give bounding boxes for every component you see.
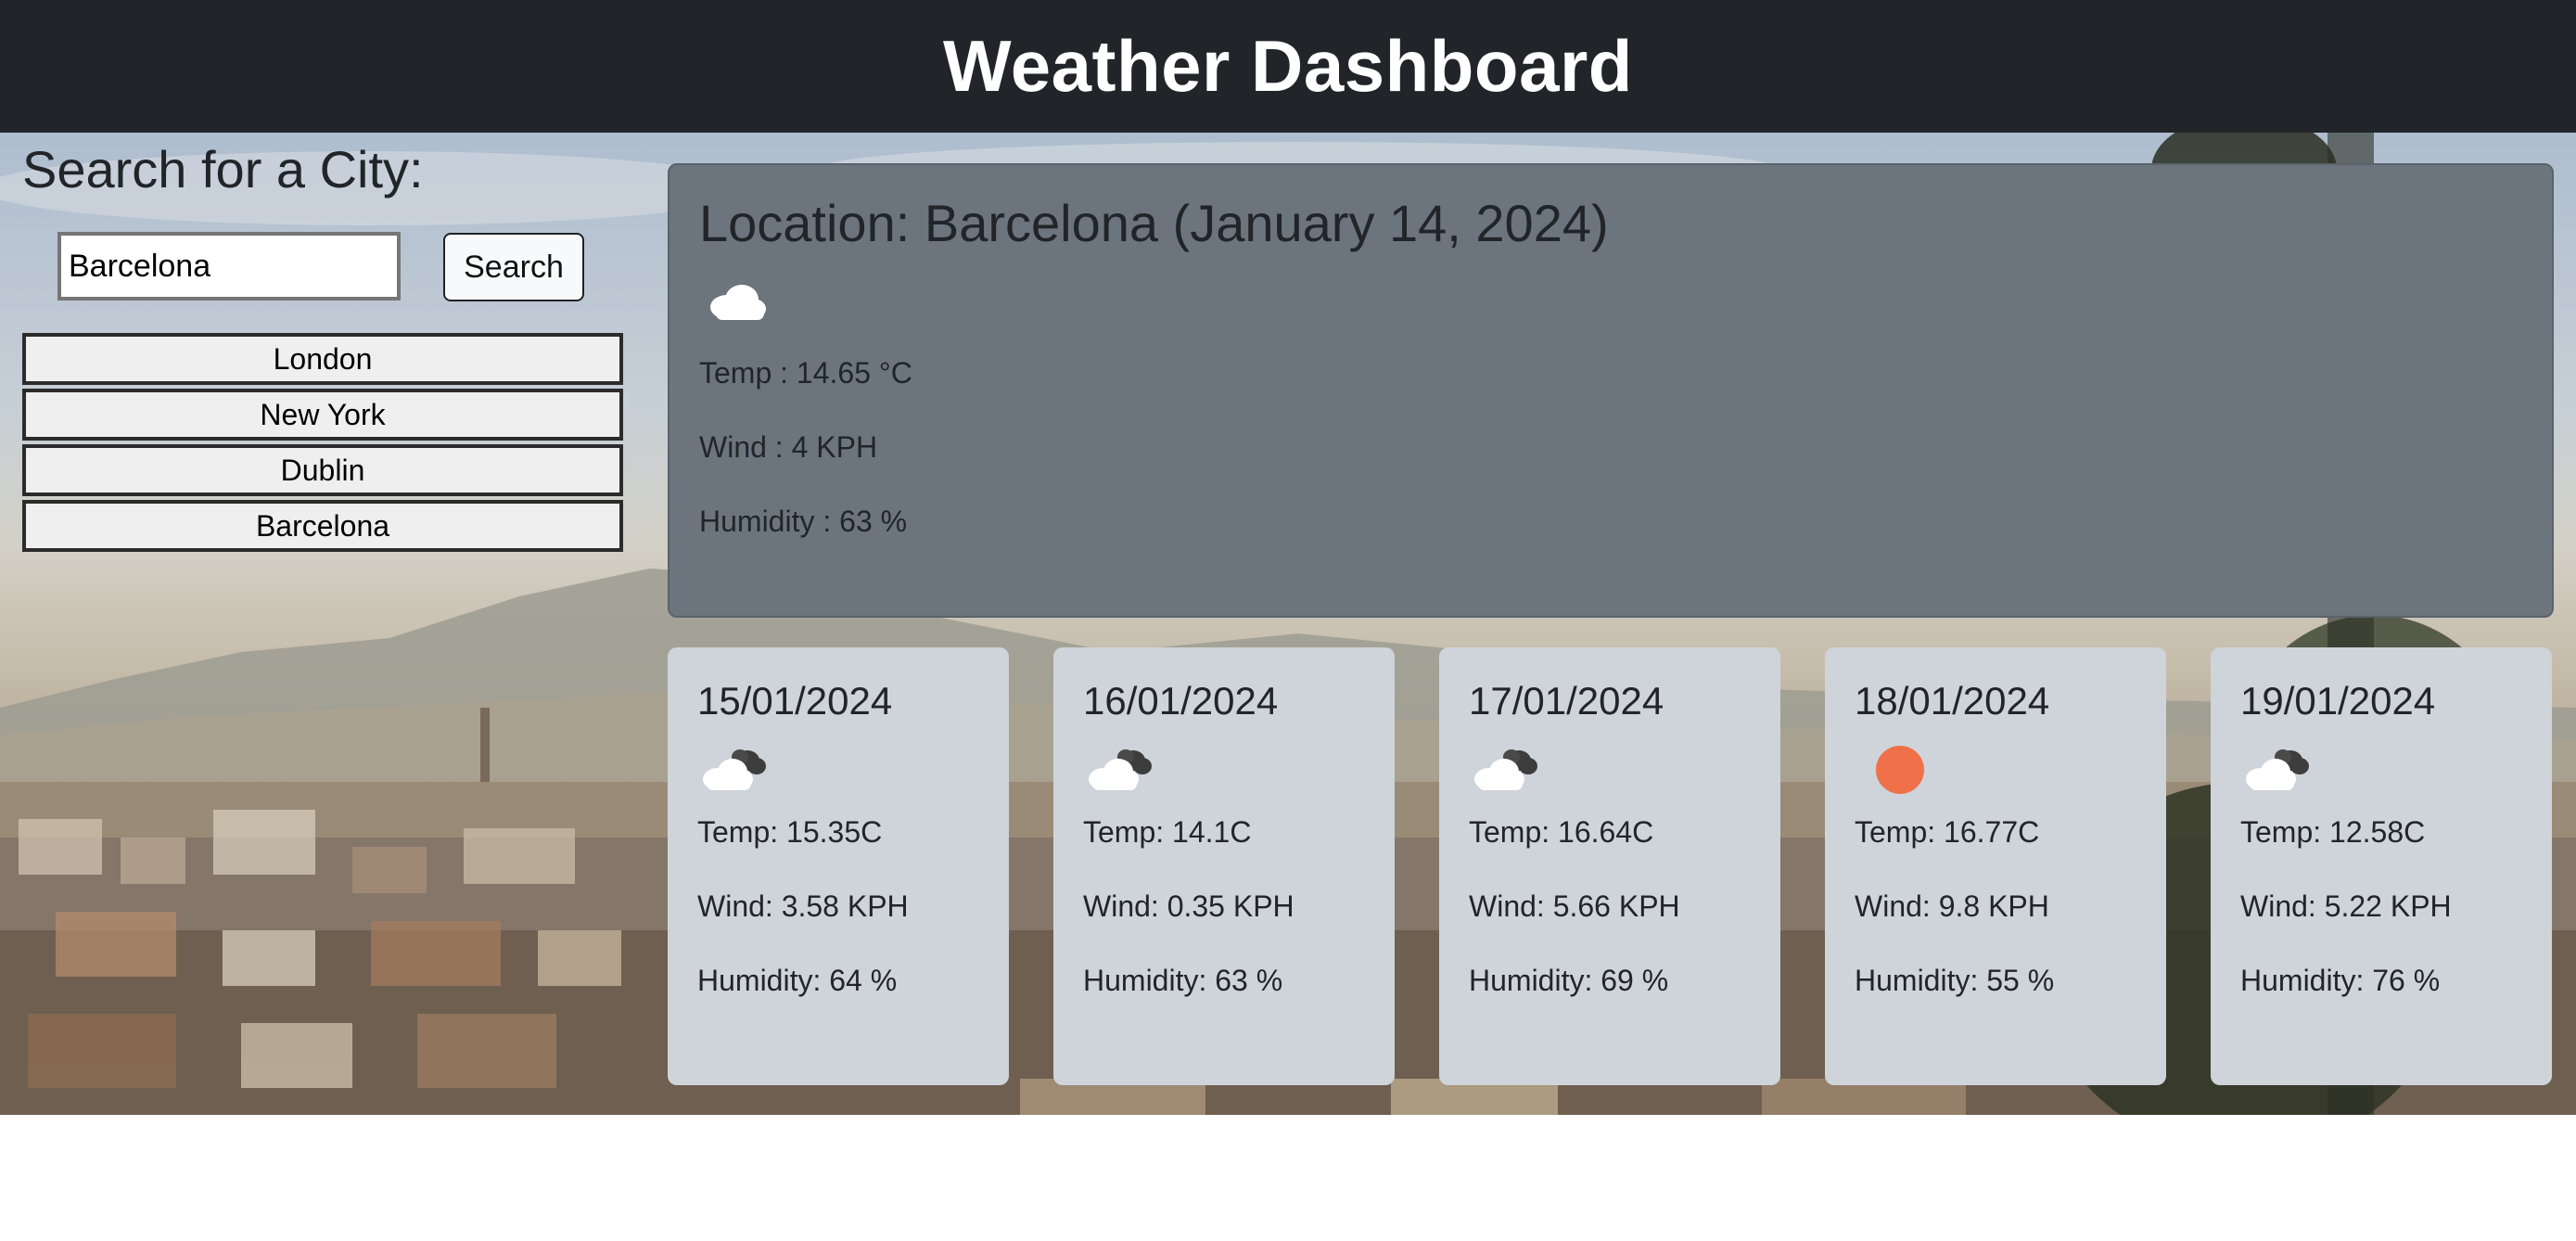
forecast-date: 19/01/2024 bbox=[2240, 679, 2436, 723]
forecast-humidity: Humidity: 76 % bbox=[2240, 964, 2441, 997]
broken-clouds-icon bbox=[697, 736, 979, 807]
forecast-wind: Wind: 9.8 KPH bbox=[1855, 889, 2049, 923]
sun-icon bbox=[1855, 736, 2136, 807]
forecast-card: 19/01/2024 Temp: 12.58C Wind: 5.22 KPH H… bbox=[2211, 647, 2552, 1085]
history-button-dublin[interactable]: Dublin bbox=[22, 444, 623, 496]
history-button-london[interactable]: London bbox=[22, 333, 623, 385]
forecast-humidity: Humidity: 63 % bbox=[1083, 964, 1283, 997]
broken-clouds-icon bbox=[1083, 736, 1365, 807]
forecast-temp: Temp: 12.58C bbox=[2240, 815, 2426, 849]
current-wind: Wind : 4 KPH bbox=[699, 430, 878, 464]
forecast-date: 16/01/2024 bbox=[1083, 679, 1279, 723]
header: Weather Dashboard bbox=[0, 0, 2576, 133]
forecast-wind: Wind: 0.35 KPH bbox=[1083, 889, 1294, 923]
forecast-temp: Temp: 14.1C bbox=[1083, 815, 1252, 849]
forecast-temp: Temp: 16.77C bbox=[1855, 815, 2040, 849]
search-heading: Search for a City: bbox=[22, 140, 424, 198]
page-title: Weather Dashboard bbox=[943, 25, 1633, 107]
current-humidity: Humidity : 63 % bbox=[699, 505, 908, 538]
forecast-date: 15/01/2024 bbox=[697, 679, 893, 723]
forecast-temp: Temp: 15.35C bbox=[697, 815, 883, 849]
forecast-date: 17/01/2024 bbox=[1469, 679, 1664, 723]
broken-clouds-icon bbox=[2240, 736, 2522, 807]
forecast-wind: Wind: 3.58 KPH bbox=[697, 889, 909, 923]
search-button[interactable]: Search bbox=[443, 233, 584, 301]
current-weather-card: Location: Barcelona (January 14, 2024) T… bbox=[668, 163, 2554, 618]
cloud-icon bbox=[699, 270, 2522, 344]
forecast-card: 15/01/2024 Temp: 15.35C Wind: 3.58 KPH H… bbox=[668, 647, 1009, 1085]
forecast-date: 18/01/2024 bbox=[1855, 679, 2050, 723]
forecast-card: 17/01/2024 Temp: 16.64C Wind: 5.66 KPH H… bbox=[1439, 647, 1780, 1085]
search-history-list: London New York Dublin Barcelona bbox=[22, 333, 623, 556]
forecast-humidity: Humidity: 69 % bbox=[1469, 964, 1669, 997]
broken-clouds-icon bbox=[1469, 736, 1751, 807]
forecast-temp: Temp: 16.64C bbox=[1469, 815, 1654, 849]
forecast-wind: Wind: 5.22 KPH bbox=[2240, 889, 2452, 923]
current-temp: Temp : 14.65 °C bbox=[699, 356, 912, 390]
current-location-heading: Location: Barcelona (January 14, 2024) bbox=[699, 194, 1609, 252]
city-search-input[interactable] bbox=[57, 232, 401, 301]
history-button-barcelona[interactable]: Barcelona bbox=[22, 500, 623, 552]
forecast-humidity: Humidity: 55 % bbox=[1855, 964, 2055, 997]
history-button-new-york[interactable]: New York bbox=[22, 389, 623, 441]
forecast-card: 18/01/2024 Temp: 16.77C Wind: 9.8 KPH Hu… bbox=[1825, 647, 2166, 1085]
forecast-wind: Wind: 5.66 KPH bbox=[1469, 889, 1680, 923]
forecast-card: 16/01/2024 Temp: 14.1C Wind: 0.35 KPH Hu… bbox=[1053, 647, 1395, 1085]
forecast-humidity: Humidity: 64 % bbox=[697, 964, 898, 997]
